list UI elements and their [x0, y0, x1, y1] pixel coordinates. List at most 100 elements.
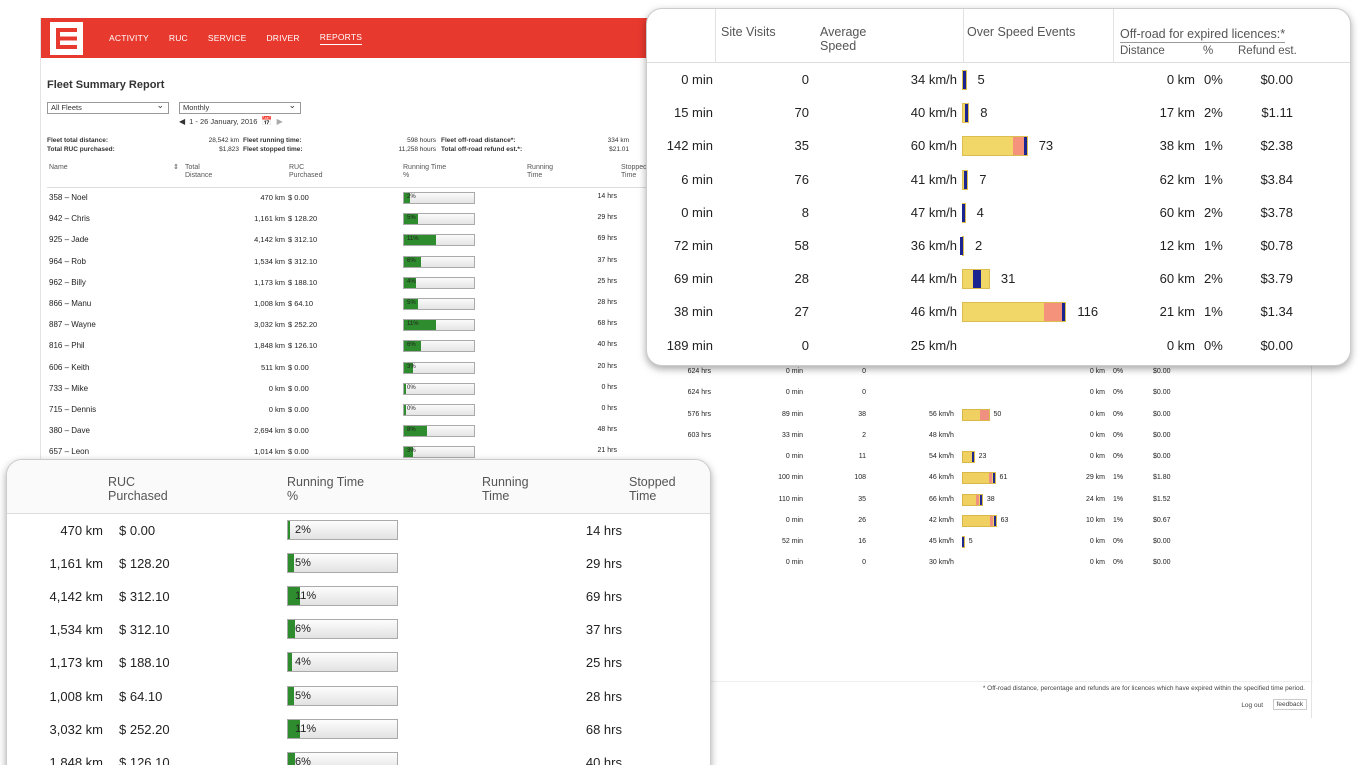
summary-label: Total RUC purchased: — [47, 146, 115, 153]
zoom-row[interactable]: 6 min 76 41 km/h 7 62 km 1% $3.84 — [647, 163, 1350, 196]
row-visits: 0 — [862, 389, 866, 397]
zoom-distance: 1,008 km — [49, 688, 103, 704]
zoom-offroad-pct: 2% — [1204, 271, 1223, 287]
col-stopped-time[interactable]: Stopped Time — [621, 164, 649, 180]
fleet-select[interactable]: All Fleets — [47, 100, 169, 114]
row-offroad-pct: 0% — [1113, 368, 1124, 375]
zoom-row[interactable]: 189 min 0 25 km/h 0 km 0% $0.00 — [647, 329, 1350, 362]
zoom-distance: 1,161 km — [49, 556, 103, 572]
zoom-distance: 1,534 km — [49, 622, 103, 638]
zoom-row-2[interactable]: 1,848 km $ 126.10 6% 40 hrs — [7, 746, 710, 765]
offroad-header: Off-road for expired licences:* — [1120, 27, 1286, 43]
triangle-right-icon[interactable]: ▶ — [277, 117, 283, 126]
row-events: 61 — [999, 474, 1008, 482]
table-row[interactable]: 962 – Billy 1,173 km $ 188.10 4% 25 hrs — [47, 273, 727, 294]
zoom-row-2[interactable]: 1,173 km $ 188.10 4% 25 hrs — [7, 646, 710, 679]
running-progress-bar: 6% — [403, 255, 475, 268]
logout-link[interactable]: Log out — [1241, 702, 1263, 709]
col-total-distance[interactable]: Total Distance — [185, 164, 225, 180]
zoom-ruc: $ 312.10 — [119, 589, 170, 605]
zoom-visits: 0 — [801, 72, 809, 87]
zoom-event-bar — [962, 302, 1067, 323]
feedback-button[interactable]: feedback — [1272, 699, 1307, 710]
running-progress-bar: 2% — [403, 192, 475, 204]
zoom-row[interactable]: 72 min 58 36 km/h 2 12 km 1% $0.78 — [647, 229, 1350, 262]
row-visits: 0 — [862, 559, 866, 567]
table-row[interactable]: 964 – Rob 1,534 km $ 312.10 6% 37 hrs — [47, 252, 727, 273]
calendar-icon[interactable]: 📅 — [261, 116, 272, 127]
zoom-row-2[interactable]: 3,032 km $ 252.20 11% 68 hrs — [7, 713, 710, 746]
col-running-time[interactable]: Running Time — [527, 164, 567, 180]
period-select[interactable]: Monthly — [179, 100, 301, 114]
row-speed: 45 km/h — [929, 538, 954, 545]
zoom-event-bar — [962, 269, 990, 290]
zoom-running-bar: 6% — [287, 751, 398, 765]
zoom-row[interactable]: 38 min 27 46 km/h 116 21 km 1% $1.34 — [647, 295, 1350, 328]
zoom-offroad-pct: 1% — [1204, 304, 1223, 320]
zoom-row[interactable]: 0 min 0 34 km/h 5 0 km 0% $0.00 — [647, 63, 1350, 96]
zoom-row-2[interactable]: 1,008 km $ 64.10 5% 28 hrs — [7, 680, 710, 713]
zoom-row[interactable]: 142 min 35 60 km/h 73 38 km 1% $2.38 — [647, 129, 1350, 162]
summary-value: $1,823 — [219, 146, 239, 153]
zoom-event-bar — [962, 103, 970, 124]
table-row[interactable]: 816 – Phil 1,848 km $ 126.10 6% 40 hrs — [47, 336, 727, 357]
zoom-visits: 70 — [794, 105, 809, 121]
table-row-right[interactable]: 576 hrs 89 min 38 56 km/h 50 0 km 0% $0.00 — [41, 405, 1313, 426]
nav-ruc[interactable]: RUC — [169, 33, 188, 43]
zoom-row-2[interactable]: 1,534 km $ 312.10 6% 37 hrs — [7, 613, 710, 646]
running-progress-bar: 6% — [403, 340, 475, 353]
row-offroad-distance: 0 km — [1089, 538, 1105, 545]
col-running-pct[interactable]: Running Time % — [403, 164, 448, 180]
sort-icon[interactable]: ⇕ — [173, 164, 179, 172]
col-name[interactable]: Name — [49, 164, 68, 172]
nav-driver[interactable]: DRIVER — [266, 33, 299, 43]
zoom-event-navy — [972, 270, 981, 289]
triangle-left-icon[interactable]: ◀ — [179, 117, 185, 126]
zoom-row[interactable]: 0 min 8 47 km/h 4 60 km 2% $3.78 — [647, 196, 1350, 229]
zoom-events: 7 — [979, 171, 987, 187]
zoom-row[interactable]: 69 min 28 44 km/h 31 60 km 2% $3.79 — [647, 262, 1350, 295]
table-row[interactable]: 942 – Chris 1,161 km $ 128.20 5% 29 hrs — [47, 209, 727, 230]
zoom-events: 4 — [976, 204, 984, 220]
zoom-offroad-distance: 0 km — [1166, 72, 1195, 87]
zoom-row-2[interactable]: 1,161 km $ 128.20 5% 29 hrs — [7, 547, 710, 580]
eroad-logo[interactable] — [50, 22, 83, 55]
zoom-running-bar: 11% — [287, 718, 398, 739]
row-offroad-pct: 0% — [1113, 389, 1124, 397]
zoom-event-navy — [965, 104, 969, 123]
row-distance: 4,142 km — [254, 235, 285, 245]
zoom-row-2[interactable]: 470 km $ 0.00 2% 14 hrs — [7, 514, 710, 547]
col-ruc[interactable]: RUC Purchased — [289, 164, 334, 180]
main-nav: ACTIVITY RUC SERVICE DRIVER REPORTS — [109, 18, 382, 58]
zoom-ruc: $ 188.10 — [119, 655, 170, 671]
table-row[interactable]: 866 – Manu 1,008 km $ 64.10 5% 28 hrs — [47, 294, 727, 315]
table-row[interactable]: 887 – Wayne 3,032 km $ 252.20 11% 68 hrs — [47, 315, 727, 336]
zoom-events: 8 — [980, 105, 988, 121]
zoom-panel-running: RUC Purchased Running Time % Running Tim… — [6, 459, 711, 765]
row-visits: 2 — [862, 431, 866, 439]
table-row-right[interactable]: 624 hrs 0 min 0 0 km 0% $0.00 — [41, 383, 1313, 404]
zoom-offroad-distance: 21 km — [1159, 304, 1195, 320]
table-row-right[interactable]: 603 hrs 33 min 2 48 km/h 0 km 0% $0.00 — [41, 426, 1313, 447]
zoom-progress-fill — [288, 620, 295, 639]
zoom-running-bar: 11% — [287, 586, 398, 607]
zoom-offroad-pct: 2% — [1204, 204, 1223, 220]
row-ruc: $ 126.10 — [288, 341, 318, 351]
row-offroad-distance: 0 km — [1089, 453, 1105, 460]
nav-reports[interactable]: REPORTS — [319, 32, 363, 45]
nav-service[interactable]: SERVICE — [208, 33, 247, 43]
zoom-row-2[interactable]: 4,142 km $ 312.10 11% 69 hrs — [7, 580, 710, 613]
zoom-offroad-distance: 38 km — [1159, 138, 1195, 154]
over-speed-orange — [975, 494, 979, 505]
table-row[interactable]: 925 – Jade 4,142 km $ 312.10 11% 69 hrs — [47, 230, 727, 251]
table-row[interactable]: 358 – Noel 470 km $ 0.00 2% 14 hrs — [47, 188, 727, 209]
zoom-ruc: $ 64.10 — [119, 688, 163, 704]
over-speed-bar — [962, 408, 990, 421]
row-refund: $0.00 — [1153, 431, 1171, 439]
progress-label: 5% — [407, 215, 416, 222]
zoom-refund: $1.11 — [1261, 105, 1293, 121]
zoom-row[interactable]: 15 min 70 40 km/h 8 17 km 2% $1.11 — [647, 96, 1350, 129]
row-speed: 46 km/h — [929, 474, 954, 482]
nav-activity[interactable]: ACTIVITY — [109, 33, 149, 43]
row-visits: 11 — [858, 453, 866, 460]
